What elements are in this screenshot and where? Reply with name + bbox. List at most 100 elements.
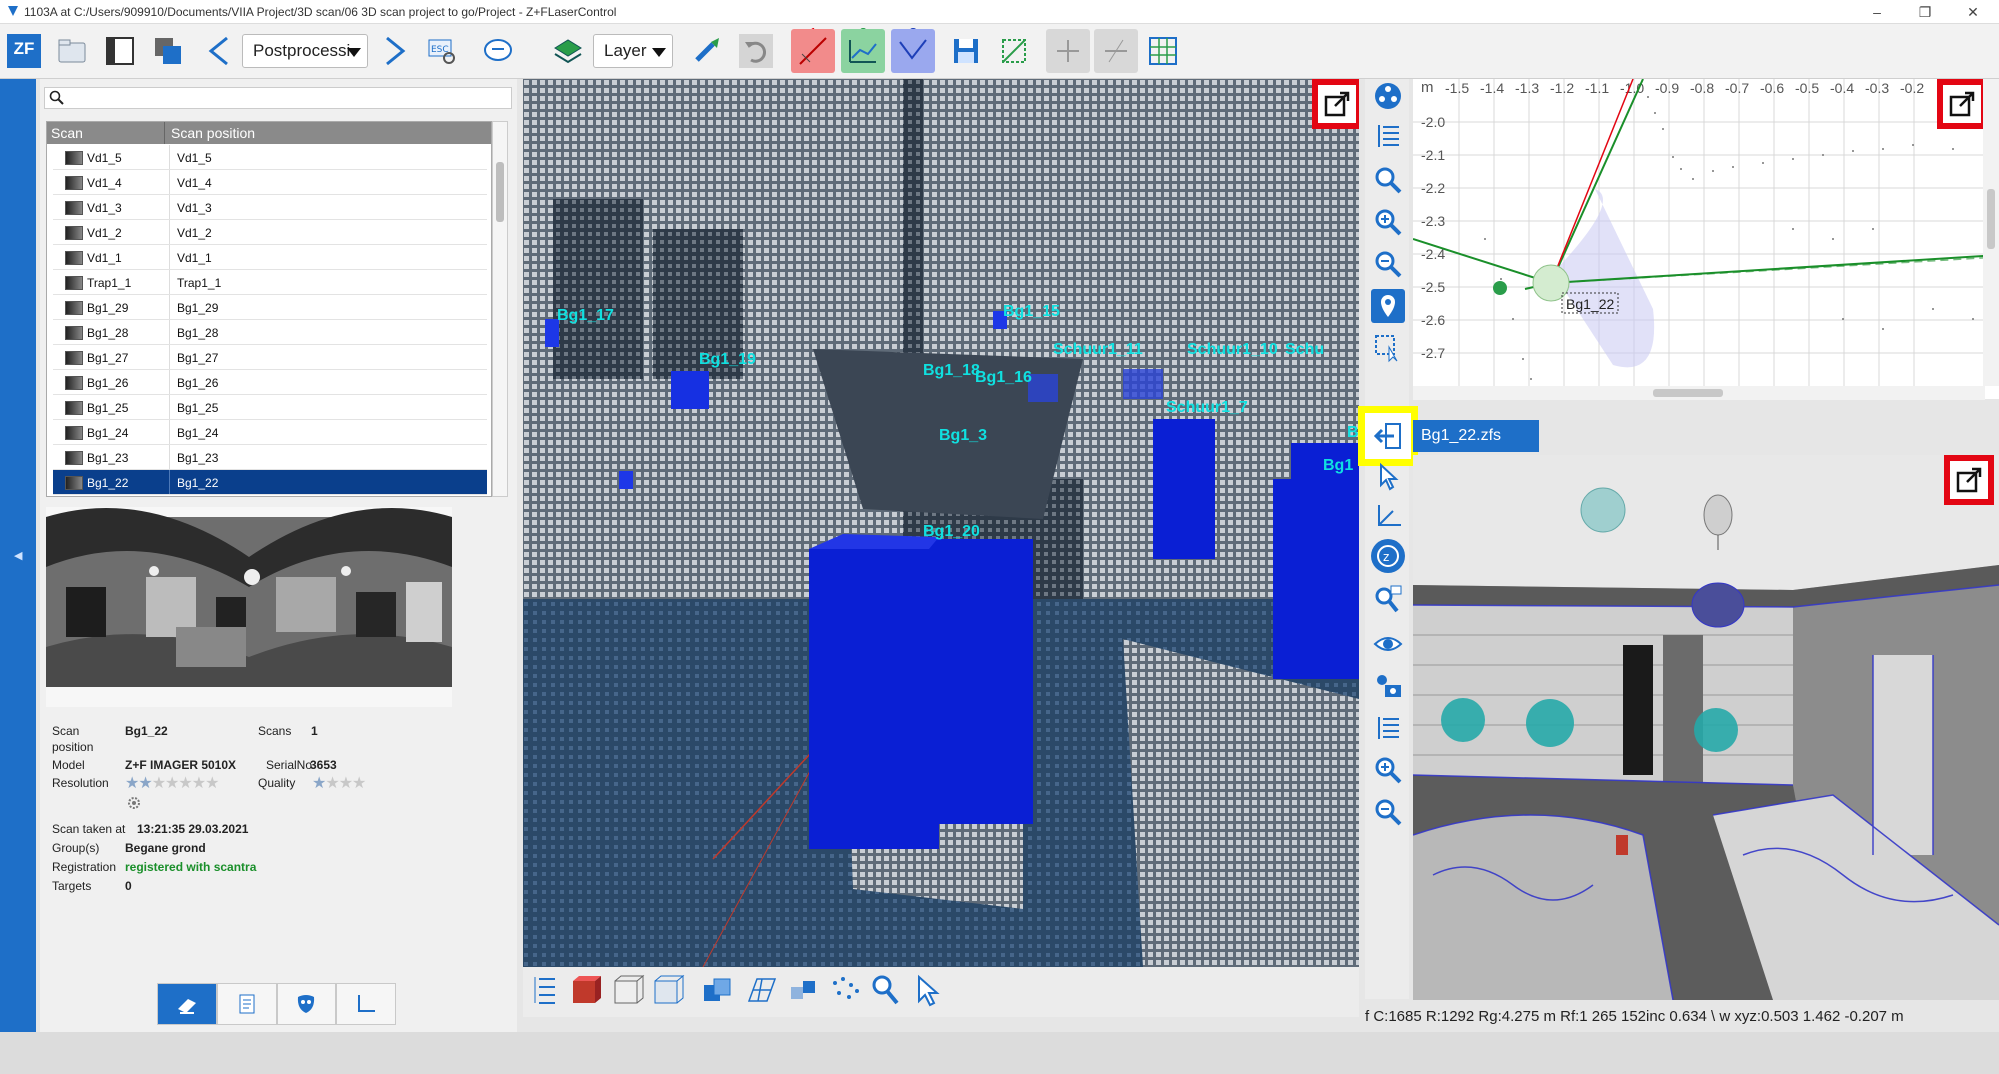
next-step-button[interactable]: [372, 29, 416, 73]
visibility-button[interactable]: [1371, 627, 1405, 661]
window-layout-button[interactable]: [98, 29, 142, 73]
map-horizontal-scrollbar[interactable]: [1413, 386, 1985, 400]
2d-map-view[interactable]: -1.5 -1.4 -1.3 -1.2 -1.1 -1.0 -0.9 -0.8 -0.7 -0.6…: [1413, 79, 1999, 399]
scan-label-bg1-20[interactable]: Bg1_20: [923, 523, 980, 541]
camera-group-button[interactable]: [1371, 669, 1405, 703]
cursor-arrow-icon[interactable]: [913, 973, 943, 1007]
pointer-select-button[interactable]: [1371, 459, 1405, 493]
location-pin-button[interactable]: [1371, 289, 1405, 323]
tab-registration[interactable]: [276, 983, 337, 1025]
table-row[interactable]: Bg1_27 Bg1_27: [53, 345, 487, 370]
photo-zoom-out-button[interactable]: [1371, 795, 1405, 829]
table-row[interactable]: Bg1_25 Bg1_25: [53, 395, 487, 420]
table-row[interactable]: Vd1_5 Vd1_5: [53, 145, 487, 170]
save-button[interactable]: [944, 29, 988, 73]
scan-label-bg1-1[interactable]: Bg1: [1323, 457, 1353, 475]
tree-view-button[interactable]: [1371, 119, 1405, 153]
remove-point-button[interactable]: [1094, 29, 1138, 73]
minimize-button[interactable]: –: [1862, 2, 1892, 22]
table-scrollbar[interactable]: [492, 121, 508, 497]
scan-label-b[interactable]: B: [1347, 424, 1359, 442]
rotate-z-icon: z: [1377, 545, 1399, 567]
comment-button[interactable]: [476, 29, 520, 73]
tab-list[interactable]: [216, 983, 277, 1025]
point-scatter-icon[interactable]: [829, 973, 863, 1007]
measure-plane-button[interactable]: [841, 29, 885, 73]
table-row[interactable]: Bg1_23 Bg1_23: [53, 445, 487, 470]
measure-line-button[interactable]: [791, 29, 835, 73]
table-row[interactable]: Bg1_28 Bg1_28: [53, 320, 487, 345]
mesh-icon[interactable]: [745, 973, 779, 1007]
table-row[interactable]: Vd1_4 Vd1_4: [53, 170, 487, 195]
rotate-view-button[interactable]: z: [1371, 539, 1405, 573]
undo-button[interactable]: [734, 29, 778, 73]
popout-photo-view-button[interactable]: [1944, 455, 1994, 505]
scan-label-schuur1-10[interactable]: Schuur1_10: [1187, 341, 1278, 359]
search-input[interactable]: [44, 87, 512, 109]
layer-select[interactable]: Layer: [593, 34, 673, 68]
escape-button[interactable]: ESC: [420, 29, 464, 73]
zoom-pin-icon[interactable]: [869, 973, 903, 1007]
table-row[interactable]: Bg1_26 Bg1_26: [53, 370, 487, 395]
star-empty-icon: ★: [191, 775, 206, 792]
add-point-button[interactable]: [1046, 29, 1090, 73]
tree-list-icon[interactable]: [531, 973, 561, 1007]
table-row[interactable]: Vd1_1 Vd1_1: [53, 245, 487, 270]
measure-angle-button[interactable]: [891, 29, 935, 73]
wire-cube-icon[interactable]: [611, 973, 645, 1007]
select-region-button[interactable]: [1371, 331, 1405, 365]
clean-tool-button[interactable]: [686, 29, 730, 73]
table-row[interactable]: Vd1_3 Vd1_3: [53, 195, 487, 220]
tab-axes[interactable]: [336, 983, 396, 1025]
grid-view-button[interactable]: [1141, 29, 1185, 73]
zoom-in-button[interactable]: [1371, 205, 1405, 239]
scan-label-schuur1-12[interactable]: Schu: [1285, 341, 1324, 359]
zoom-out-button[interactable]: [1371, 247, 1405, 281]
table-row[interactable]: Bg1_29 Bg1_29: [53, 295, 487, 320]
table-row[interactable]: Trap1_1 Trap1_1: [53, 270, 487, 295]
groups-label: Group(s): [52, 841, 100, 855]
previous-step-button[interactable]: [198, 29, 242, 73]
zoom-region-button[interactable]: [1371, 163, 1405, 197]
column-header-scan-position[interactable]: Scan position: [171, 125, 255, 141]
photo-zoom-in-button[interactable]: [1371, 753, 1405, 787]
column-header-scan[interactable]: Scan: [51, 125, 83, 141]
scan-label-bg1-18[interactable]: Bg1_18: [923, 362, 980, 380]
table-row[interactable]: Bg1_22 Bg1_22: [53, 470, 487, 495]
panorama-photo-view[interactable]: [1413, 455, 1999, 1000]
zoom-window-button[interactable]: [1371, 581, 1405, 615]
popout-map-view-button[interactable]: [1937, 79, 1987, 129]
table-row[interactable]: Vd1_2 Vd1_2: [53, 220, 487, 245]
layers-button[interactable]: [546, 29, 590, 73]
solid-cube-icon[interactable]: [569, 973, 603, 1007]
settings-gear-icon[interactable]: [127, 796, 141, 810]
list-button[interactable]: [1371, 711, 1405, 745]
table-row[interactable]: Bg1_24 Bg1_24: [53, 420, 487, 445]
scan-label-schuur1-11[interactable]: Schuur1_11: [1053, 341, 1143, 359]
map-vertical-scrollbar[interactable]: [1983, 79, 1999, 386]
popout-3d-view-button[interactable]: [1312, 79, 1359, 129]
scan-label-bg1-16[interactable]: Bg1_16: [975, 369, 1032, 387]
maximize-button[interactable]: ❐: [1910, 2, 1940, 22]
axes-button[interactable]: [1371, 499, 1405, 533]
region-select-button[interactable]: [992, 29, 1036, 73]
collapse-sidebar-strip[interactable]: ◀: [0, 79, 36, 1032]
scan-label-bg1-19[interactable]: Bg1_19: [699, 351, 756, 369]
box-outline-icon[interactable]: [651, 973, 685, 1007]
copy-view-button[interactable]: [146, 29, 190, 73]
scan-label-schuur1-7[interactable]: Schuur1_7: [1166, 399, 1248, 417]
mode-select[interactable]: Postprocessi: [242, 34, 368, 68]
scan-label-bg1-15[interactable]: Bg1_15: [1003, 303, 1060, 321]
zf-logo[interactable]: ZF: [2, 29, 46, 73]
orbit-button[interactable]: [1371, 79, 1405, 113]
tab-scans[interactable]: [157, 983, 217, 1025]
cubes-icon[interactable]: [787, 973, 821, 1007]
open-folder-button[interactable]: [50, 29, 94, 73]
sync-view-button[interactable]: [1358, 406, 1418, 466]
stacked-boxes-icon[interactable]: [701, 973, 735, 1007]
tab-photo-view[interactable]: Bg1_22.zfs: [1413, 420, 1539, 452]
scan-label-bg1-17[interactable]: Bg1_17: [557, 307, 614, 325]
scan-label-bg1-3[interactable]: Bg1_3: [939, 427, 987, 445]
close-button[interactable]: ✕: [1958, 2, 1988, 22]
3d-point-cloud-view[interactable]: Bg1_17 Bg1_19 Bg1_18 Bg1_16 Bg1_15 Bg1_3…: [523, 79, 1359, 967]
